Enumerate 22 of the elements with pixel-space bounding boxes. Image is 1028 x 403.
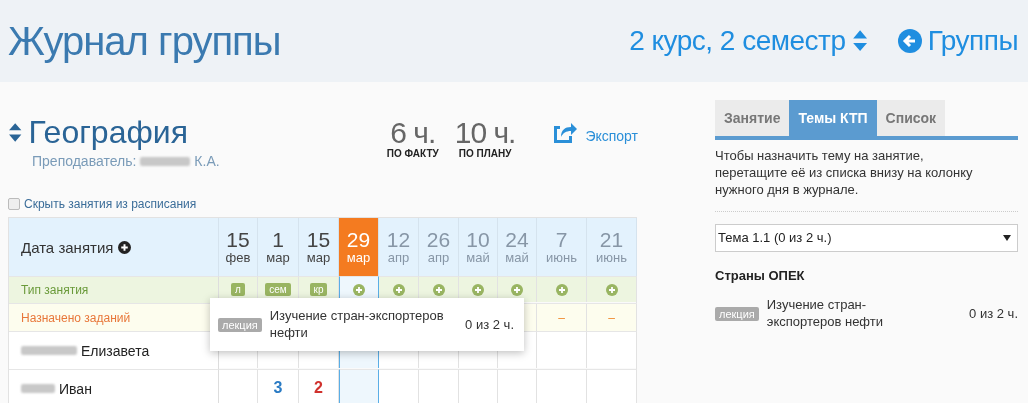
topic-hours: 0 из 2 ч. bbox=[465, 317, 514, 332]
teacher-label: Преподаватель: bbox=[32, 153, 137, 169]
hours-value: 6 ч. bbox=[390, 118, 436, 148]
student-name: Иван bbox=[59, 380, 92, 397]
row-label: Тип занятия bbox=[9, 276, 219, 303]
topic-title: Изучение стран-экспортеров нефти bbox=[269, 307, 445, 342]
lesson-type-badge: лекция bbox=[218, 317, 262, 332]
hint-text: Чтобы назначить тему на занятие, перетащите её из списка внизу на колонку нужного дня в журнале. bbox=[715, 148, 1018, 212]
teacher-initials: К.А. bbox=[194, 153, 220, 169]
hours-value: 10 ч. bbox=[454, 118, 516, 148]
section-title: Страны ОПЕК bbox=[715, 267, 806, 283]
lesson-type-badge: лекция bbox=[715, 306, 759, 321]
column-header: Дата занятия bbox=[21, 238, 114, 256]
subject-title: География bbox=[28, 114, 188, 151]
assignment-count: – bbox=[608, 310, 615, 325]
topic-title: Изучение стран-экспортеров нефти bbox=[766, 296, 884, 331]
hours-label: ПО ПЛАНУ bbox=[458, 148, 512, 159]
hours-label: ПО ФАКТУ bbox=[386, 148, 439, 159]
topic-hours: 0 из 2 ч. bbox=[969, 306, 1018, 322]
assignment-count: – bbox=[558, 310, 565, 325]
page-title: Журнал группы bbox=[8, 18, 282, 64]
student-name: Елизавета bbox=[81, 342, 150, 359]
